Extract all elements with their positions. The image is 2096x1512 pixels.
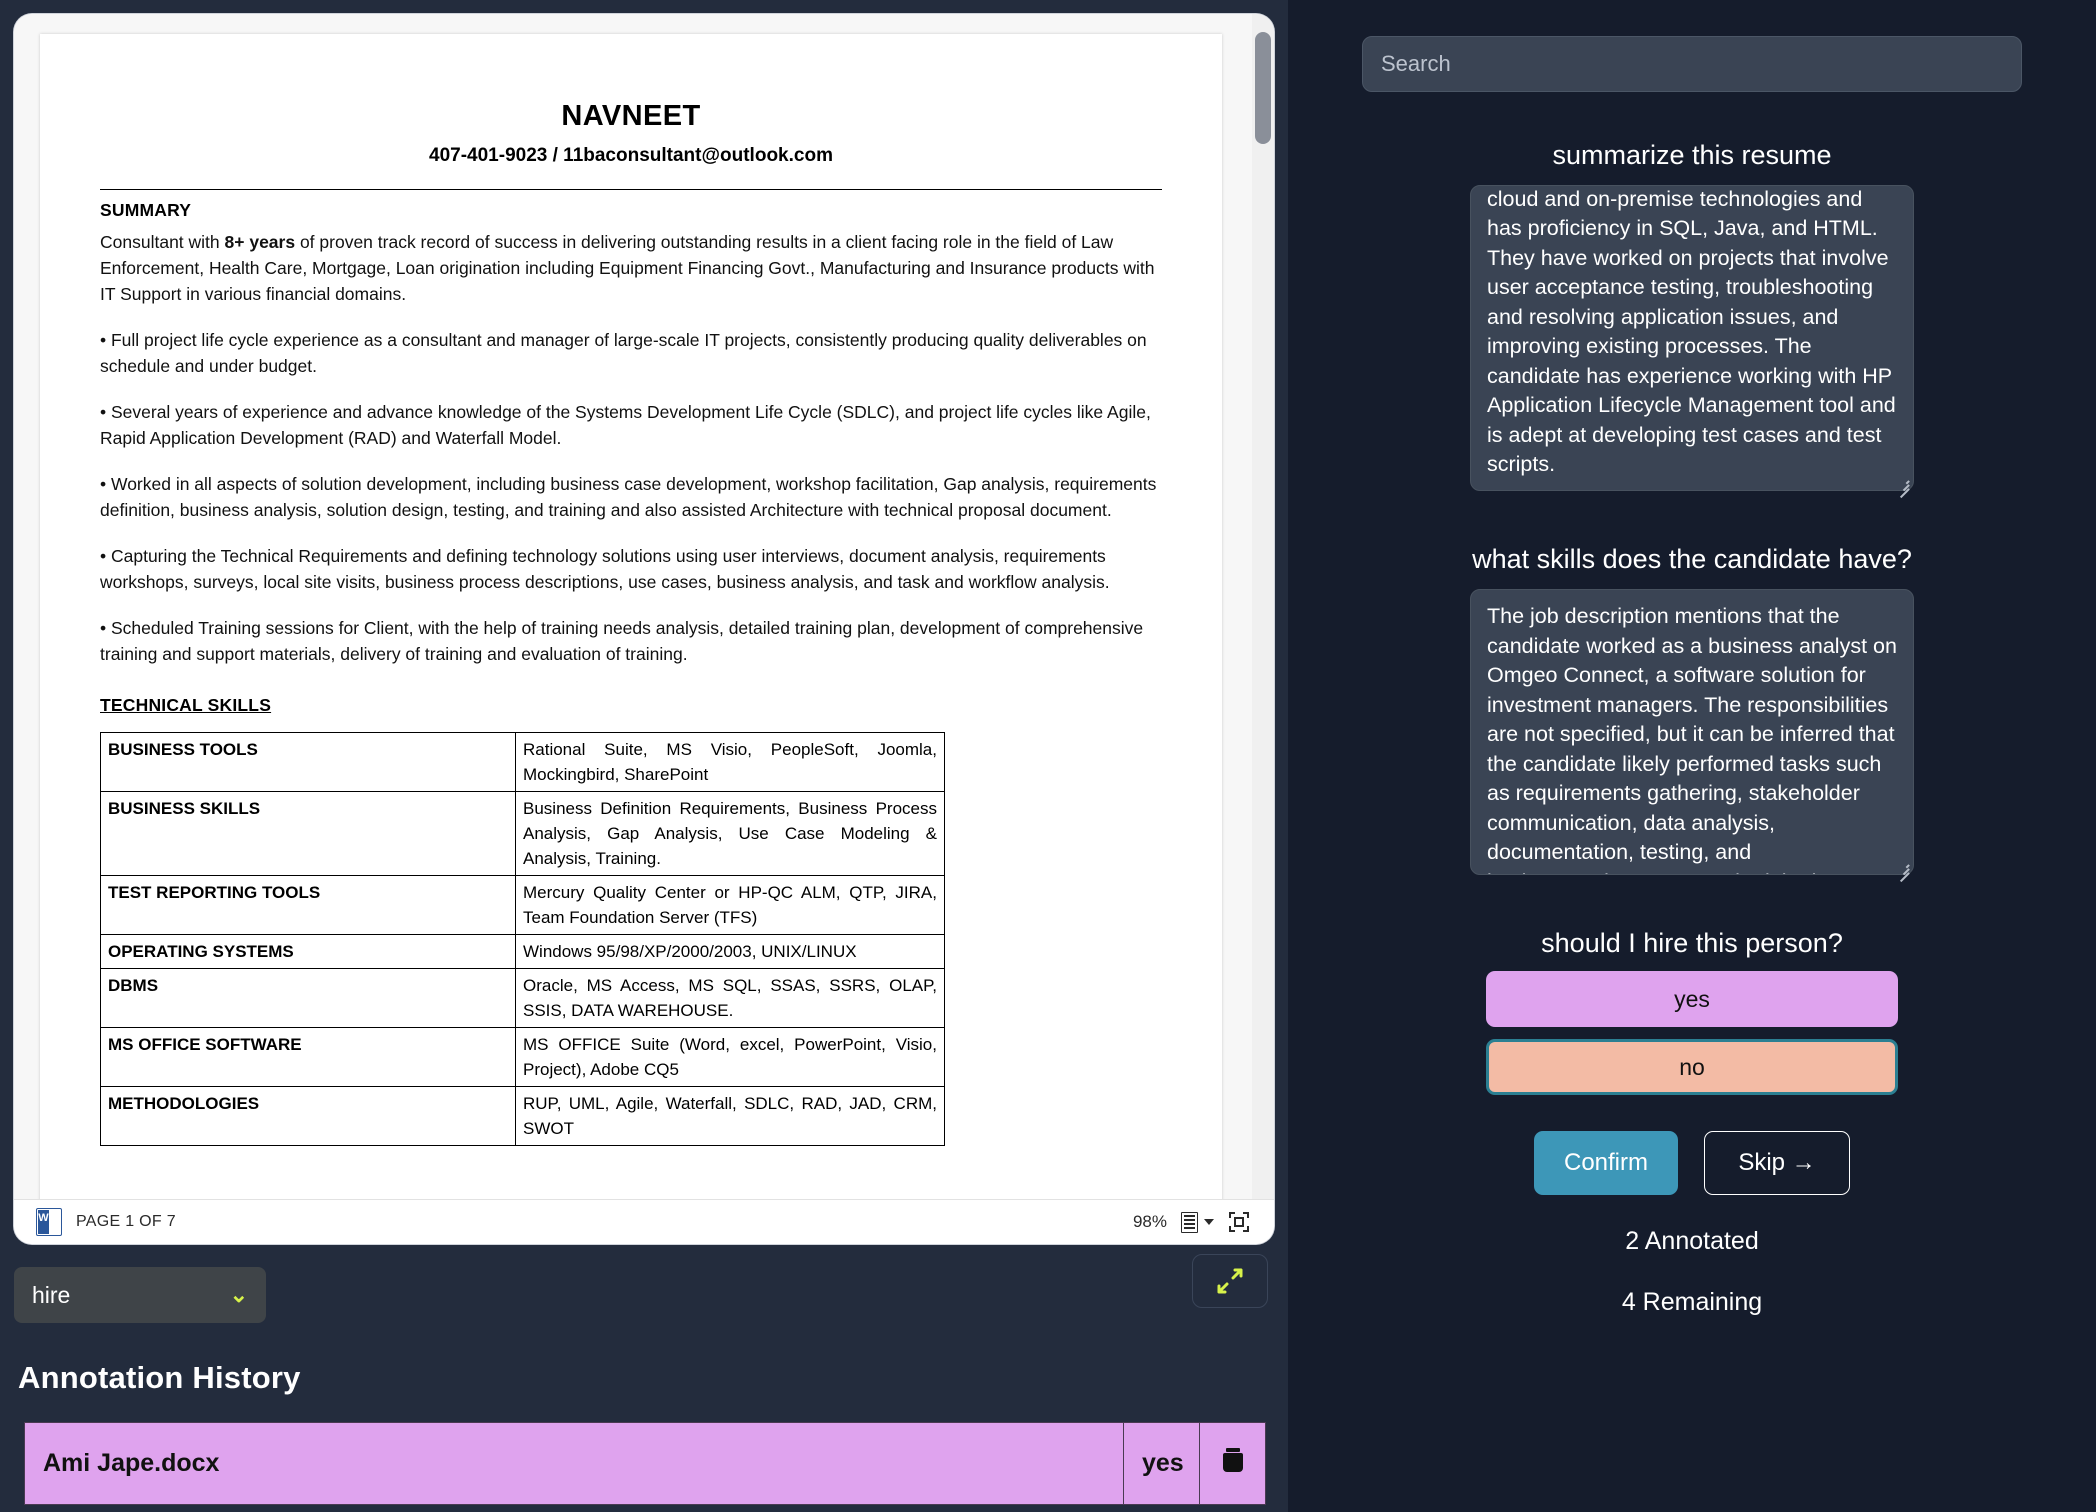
answer-textarea[interactable] xyxy=(1470,185,1914,491)
document-viewer: NAVNEET 407-401-9023 / 11baconsultant@ou… xyxy=(14,14,1274,1244)
expand-viewer-button[interactable] xyxy=(1192,1254,1268,1308)
summary-heading: SUMMARY xyxy=(100,200,192,220)
skill-category: MS OFFICE SOFTWARE xyxy=(100,1027,516,1087)
annotation-filename: Ami Jape.docx xyxy=(24,1422,1124,1505)
hire-option-no[interactable]: no xyxy=(1486,1039,1898,1095)
skill-category: OPERATING SYSTEMS xyxy=(100,934,516,969)
table-row: DBMS Oracle, MS Access, MS SQL, SSAS, SS… xyxy=(100,968,945,1028)
fit-to-screen-icon[interactable] xyxy=(1228,1211,1250,1233)
skill-category: BUSINESS SKILLS xyxy=(100,791,516,876)
summary-bullet: • Full project life cycle experience as … xyxy=(100,330,1147,376)
annotation-app: NAVNEET 407-401-9023 / 11baconsultant@ou… xyxy=(0,0,2096,1512)
search-input[interactable] xyxy=(1362,36,2022,92)
resume-contact-line: 407-401-9023 / 11baconsultant@outlook.co… xyxy=(429,145,833,166)
answer-field-wrapper xyxy=(1470,171,1914,499)
summary-text-a: Consultant with xyxy=(100,232,225,252)
table-row: OPERATING SYSTEMS Windows 95/98/XP/2000/… xyxy=(100,934,945,969)
label-select-value: hire xyxy=(32,1281,71,1308)
hire-question-prompt: should I hire this person? xyxy=(1541,928,1843,958)
skill-category: TEST REPORTING TOOLS xyxy=(100,875,516,935)
skill-values: Rational Suite, MS Visio, PeopleSoft, Jo… xyxy=(515,732,945,792)
chevron-down-icon xyxy=(1204,1219,1214,1225)
table-row: METHODOLOGIES RUP, UML, Agile, Waterfall… xyxy=(100,1086,945,1146)
summary-years-emphasis: 8+ years xyxy=(224,232,296,252)
action-buttons-row: Confirm Skip → xyxy=(1534,1131,1850,1195)
answer-textarea[interactable] xyxy=(1470,589,1914,875)
annotation-controls-row: hire ⌄ xyxy=(14,1254,1274,1336)
summary-paragraph: Consultant with 8+ years of proven track… xyxy=(100,229,1162,307)
document-toolbar: PAGE 1 OF 7 98% xyxy=(14,1199,1274,1244)
summary-bullet: • Scheduled Training sessions for Client… xyxy=(100,618,1144,664)
skill-values: Mercury Quality Center or HP-QC ALM, QTP… xyxy=(515,875,945,935)
summary-bullet: • Worked in all aspects of solution deve… xyxy=(100,474,1157,520)
skip-button[interactable]: Skip → xyxy=(1704,1131,1850,1195)
document-scroll-area[interactable]: NAVNEET 407-401-9023 / 11baconsultant@ou… xyxy=(14,14,1274,1199)
scrollbar-thumb[interactable] xyxy=(1255,32,1271,144)
table-row[interactable]: Ami Jape.docx yes xyxy=(24,1422,1266,1505)
word-doc-icon xyxy=(36,1208,62,1236)
technical-skills-heading: TECHNICAL SKILLS xyxy=(100,695,272,715)
table-row: BUSINESS SKILLS Business Definition Requ… xyxy=(100,791,945,876)
skill-category: DBMS xyxy=(100,968,516,1028)
expand-arrows-icon xyxy=(1217,1268,1243,1294)
skill-category: BUSINESS TOOLS xyxy=(100,732,516,792)
label-select[interactable]: hire ⌄ xyxy=(14,1267,266,1323)
hire-option-yes[interactable]: yes xyxy=(1486,971,1898,1027)
table-row: BUSINESS TOOLS Rational Suite, MS Visio,… xyxy=(100,732,945,792)
annotation-history-table: Ami Jape.docx yes xyxy=(24,1422,1266,1505)
page-layout-button[interactable] xyxy=(1181,1211,1214,1233)
skill-values: Windows 95/98/XP/2000/2003, UNIX/LINUX xyxy=(515,934,945,969)
delete-annotation-button[interactable] xyxy=(1199,1422,1266,1505)
annotation-history-title: Annotation History xyxy=(18,1360,301,1395)
annotated-count: 2 Annotated xyxy=(1625,1227,1759,1255)
zoom-level: 98% xyxy=(1132,1212,1167,1231)
chevron-down-icon: ⌄ xyxy=(229,1282,248,1307)
page-layout-icon xyxy=(1181,1211,1198,1233)
document-page: NAVNEET 407-401-9023 / 11baconsultant@ou… xyxy=(40,34,1222,1199)
summary-bullet: • Capturing the Technical Requirements a… xyxy=(100,546,1110,592)
summary-bullet: • Several years of experience and advanc… xyxy=(100,402,1151,448)
skill-values: RUP, UML, Agile, Waterfall, SDLC, RAD, J… xyxy=(515,1086,945,1146)
resume-candidate-name: NAVNEET xyxy=(561,100,701,132)
trash-icon xyxy=(1222,1447,1244,1473)
table-row: TEST REPORTING TOOLS Mercury Quality Cen… xyxy=(100,875,945,935)
annotation-value: yes xyxy=(1123,1422,1200,1505)
remaining-count: 4 Remaining xyxy=(1621,1288,1763,1316)
header-divider xyxy=(100,189,1162,190)
skill-values: MS OFFICE Suite (Word, excel, PowerPoint… xyxy=(515,1027,945,1087)
confirm-button[interactable]: Confirm xyxy=(1534,1131,1678,1195)
question-prompt: what skills does the candidate have? xyxy=(1472,544,1912,574)
technical-skills-table: BUSINESS TOOLS Rational Suite, MS Visio,… xyxy=(100,732,945,1146)
table-row: MS OFFICE SOFTWARE MS OFFICE Suite (Word… xyxy=(100,1027,945,1087)
skill-category: METHODOLOGIES xyxy=(100,1086,516,1146)
skill-values: Oracle, MS Access, MS SQL, SSAS, SSRS, O… xyxy=(515,968,945,1028)
document-pane: NAVNEET 407-401-9023 / 11baconsultant@ou… xyxy=(0,0,1288,1512)
page-indicator: PAGE 1 OF 7 xyxy=(76,1213,176,1230)
annotation-sidebar: summarize this resume what skills does t… xyxy=(1288,0,2096,1512)
question-prompt: summarize this resume xyxy=(1552,140,1832,170)
answer-field-wrapper xyxy=(1470,575,1914,883)
document-scrollbar[interactable] xyxy=(1252,14,1274,1199)
skill-values: Business Definition Requirements, Busine… xyxy=(515,791,945,876)
